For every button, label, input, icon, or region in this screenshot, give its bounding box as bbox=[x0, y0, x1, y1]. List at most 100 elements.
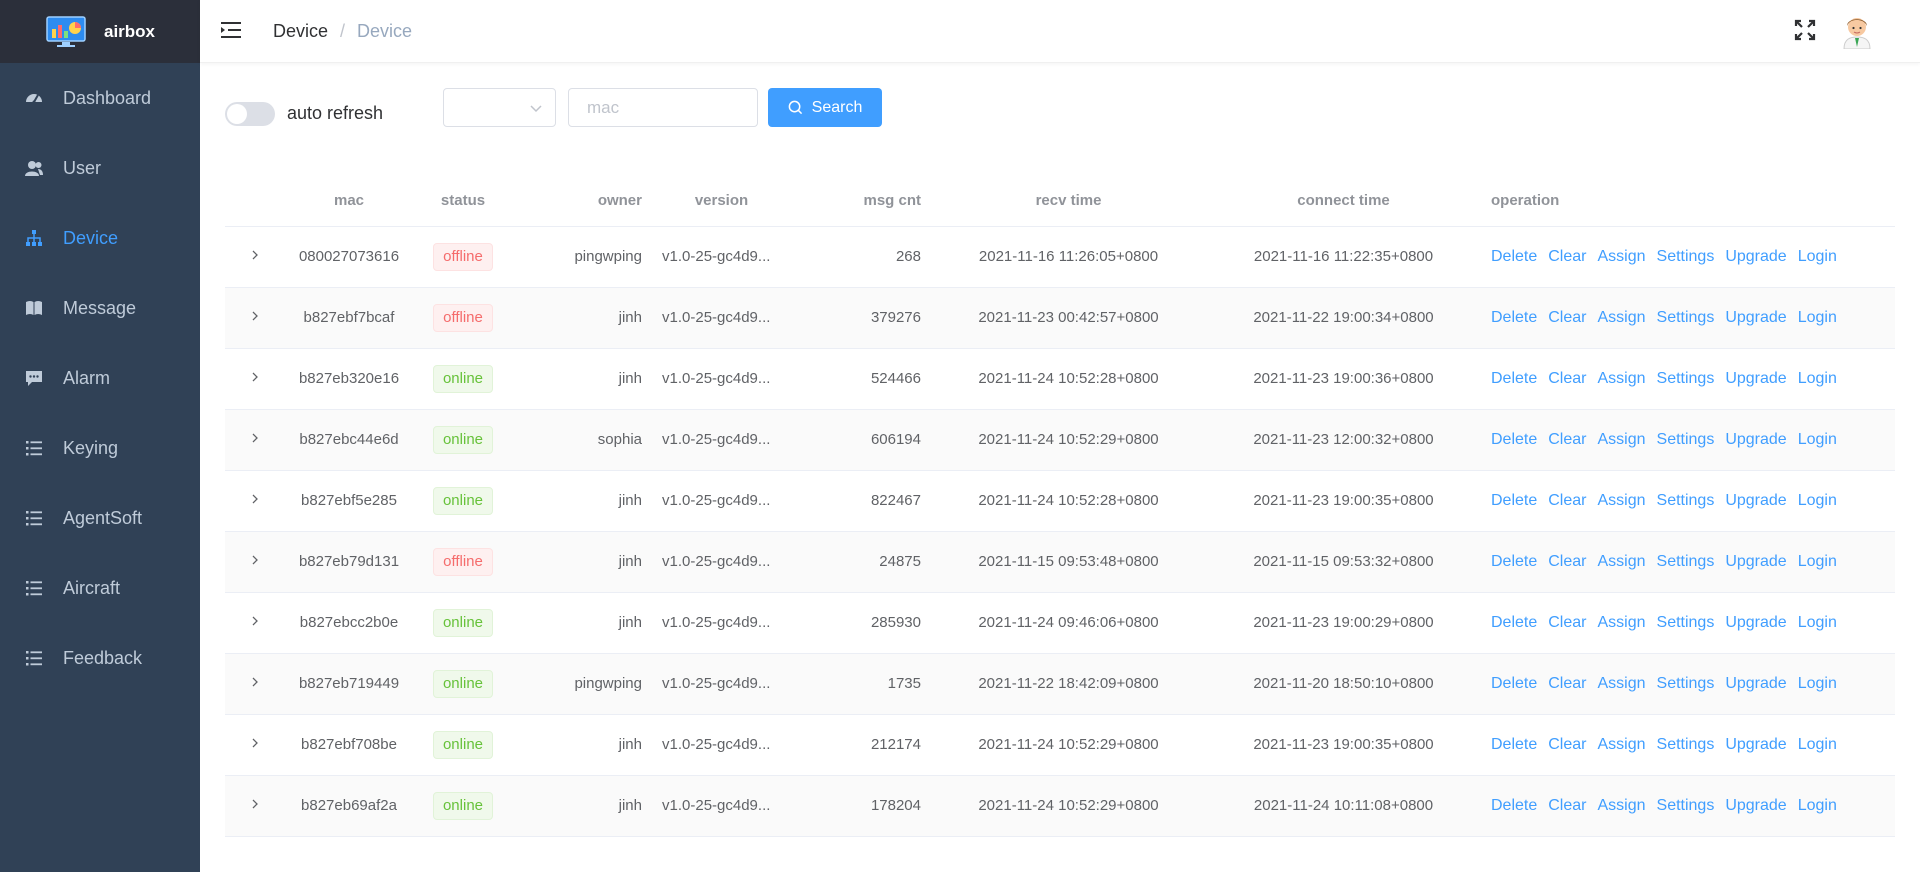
owner-cell: jinh bbox=[513, 348, 652, 410]
chevron-right-icon[interactable] bbox=[249, 797, 261, 809]
upgrade-link[interactable]: Upgrade bbox=[1725, 431, 1786, 448]
delete-link[interactable]: Delete bbox=[1491, 309, 1537, 326]
sidebar-item-device[interactable]: Device bbox=[0, 203, 200, 273]
settings-link[interactable]: Settings bbox=[1657, 431, 1715, 448]
login-link[interactable]: Login bbox=[1798, 736, 1837, 753]
upgrade-link[interactable]: Upgrade bbox=[1725, 248, 1786, 265]
status-select[interactable] bbox=[443, 88, 556, 127]
clear-link[interactable]: Clear bbox=[1548, 309, 1586, 326]
chevron-right-icon[interactable] bbox=[249, 309, 261, 321]
upgrade-link[interactable]: Upgrade bbox=[1725, 309, 1786, 326]
chevron-right-icon[interactable] bbox=[249, 248, 261, 260]
chevron-right-icon[interactable] bbox=[249, 431, 261, 443]
upgrade-link[interactable]: Upgrade bbox=[1725, 614, 1786, 631]
delete-link[interactable]: Delete bbox=[1491, 736, 1537, 753]
delete-link[interactable]: Delete bbox=[1491, 553, 1537, 570]
table-row: b827ebf7bcaf offline jinh v1.0-25-gc4d9... 3… bbox=[225, 287, 1895, 349]
assign-link[interactable]: Assign bbox=[1597, 797, 1645, 814]
brand[interactable]: airbox bbox=[0, 0, 200, 63]
upgrade-link[interactable]: Upgrade bbox=[1725, 370, 1786, 387]
settings-link[interactable]: Settings bbox=[1657, 553, 1715, 570]
clear-link[interactable]: Clear bbox=[1548, 248, 1586, 265]
sidebar-item-alarm[interactable]: Alarm bbox=[0, 343, 200, 413]
chevron-right-icon[interactable] bbox=[249, 370, 261, 382]
sidebar-item-message[interactable]: Message bbox=[0, 273, 200, 343]
sidebar-item-aircraft[interactable]: Aircraft bbox=[0, 553, 200, 623]
settings-link[interactable]: Settings bbox=[1657, 736, 1715, 753]
sidebar-item-agentsoft[interactable]: AgentSoft bbox=[0, 483, 200, 553]
upgrade-link[interactable]: Upgrade bbox=[1725, 797, 1786, 814]
clear-link[interactable]: Clear bbox=[1548, 736, 1586, 753]
assign-link[interactable]: Assign bbox=[1597, 553, 1645, 570]
settings-link[interactable]: Settings bbox=[1657, 309, 1715, 326]
upgrade-link[interactable]: Upgrade bbox=[1725, 492, 1786, 509]
sidebar-item-feedback[interactable]: Feedback bbox=[0, 623, 200, 693]
mac-search-input[interactable] bbox=[568, 88, 758, 127]
list-icon bbox=[25, 439, 43, 457]
upgrade-link[interactable]: Upgrade bbox=[1725, 736, 1786, 753]
delete-link[interactable]: Delete bbox=[1491, 675, 1537, 692]
status-cell: online bbox=[413, 592, 513, 654]
chevron-right-icon[interactable] bbox=[249, 492, 261, 504]
breadcrumb-separator: / bbox=[340, 21, 346, 41]
delete-link[interactable]: Delete bbox=[1491, 614, 1537, 631]
login-link[interactable]: Login bbox=[1798, 370, 1837, 387]
chevron-right-icon[interactable] bbox=[249, 614, 261, 626]
assign-link[interactable]: Assign bbox=[1597, 431, 1645, 448]
operation-cell: Delete Clear Assign Settings Upgrade Login bbox=[1481, 592, 1895, 654]
table-row: b827eb79d131 offline jinh v1.0-25-gc4d9... 2… bbox=[225, 531, 1895, 593]
upgrade-link[interactable]: Upgrade bbox=[1725, 553, 1786, 570]
clear-link[interactable]: Clear bbox=[1548, 797, 1586, 814]
assign-link[interactable]: Assign bbox=[1597, 614, 1645, 631]
login-link[interactable]: Login bbox=[1798, 614, 1837, 631]
sidebar-item-keying[interactable]: Keying bbox=[0, 413, 200, 483]
chevron-right-icon[interactable] bbox=[249, 736, 261, 748]
delete-link[interactable]: Delete bbox=[1491, 248, 1537, 265]
chevron-right-icon[interactable] bbox=[249, 553, 261, 565]
settings-link[interactable]: Settings bbox=[1657, 614, 1715, 631]
login-link[interactable]: Login bbox=[1798, 675, 1837, 692]
settings-link[interactable]: Settings bbox=[1657, 248, 1715, 265]
login-link[interactable]: Login bbox=[1798, 492, 1837, 509]
login-link[interactable]: Login bbox=[1798, 309, 1837, 326]
clear-link[interactable]: Clear bbox=[1548, 492, 1586, 509]
login-link[interactable]: Login bbox=[1798, 797, 1837, 814]
mac-cell: b827ebcc2b0e bbox=[285, 592, 413, 654]
clear-link[interactable]: Clear bbox=[1548, 614, 1586, 631]
operation-cell: Delete Clear Assign Settings Upgrade Login bbox=[1481, 653, 1895, 715]
fullscreen-icon[interactable] bbox=[1793, 18, 1817, 42]
hamburger-icon[interactable] bbox=[221, 20, 243, 40]
device-table: mac status owner version msg cnt recv ti… bbox=[225, 176, 1895, 837]
clear-link[interactable]: Clear bbox=[1548, 370, 1586, 387]
column-header-connect-time: connect time bbox=[1206, 176, 1481, 227]
assign-link[interactable]: Assign bbox=[1597, 309, 1645, 326]
delete-link[interactable]: Delete bbox=[1491, 431, 1537, 448]
settings-link[interactable]: Settings bbox=[1657, 675, 1715, 692]
sidebar-item-dashboard[interactable]: Dashboard bbox=[0, 63, 200, 133]
settings-link[interactable]: Settings bbox=[1657, 370, 1715, 387]
assign-link[interactable]: Assign bbox=[1597, 736, 1645, 753]
settings-link[interactable]: Settings bbox=[1657, 492, 1715, 509]
upgrade-link[interactable]: Upgrade bbox=[1725, 675, 1786, 692]
sidebar-item-user[interactable]: User bbox=[0, 133, 200, 203]
search-button[interactable]: Search bbox=[768, 88, 882, 127]
breadcrumb-parent[interactable]: Device bbox=[273, 21, 328, 41]
assign-link[interactable]: Assign bbox=[1597, 492, 1645, 509]
chevron-right-icon[interactable] bbox=[249, 675, 261, 687]
auto-refresh-switch[interactable] bbox=[225, 102, 275, 126]
delete-link[interactable]: Delete bbox=[1491, 797, 1537, 814]
login-link[interactable]: Login bbox=[1798, 553, 1837, 570]
clear-link[interactable]: Clear bbox=[1548, 553, 1586, 570]
delete-link[interactable]: Delete bbox=[1491, 492, 1537, 509]
assign-link[interactable]: Assign bbox=[1597, 248, 1645, 265]
delete-link[interactable]: Delete bbox=[1491, 370, 1537, 387]
switch-knob bbox=[227, 104, 247, 124]
login-link[interactable]: Login bbox=[1798, 248, 1837, 265]
assign-link[interactable]: Assign bbox=[1597, 370, 1645, 387]
clear-link[interactable]: Clear bbox=[1548, 675, 1586, 692]
settings-link[interactable]: Settings bbox=[1657, 797, 1715, 814]
user-avatar[interactable] bbox=[1838, 11, 1876, 49]
login-link[interactable]: Login bbox=[1798, 431, 1837, 448]
clear-link[interactable]: Clear bbox=[1548, 431, 1586, 448]
assign-link[interactable]: Assign bbox=[1597, 675, 1645, 692]
